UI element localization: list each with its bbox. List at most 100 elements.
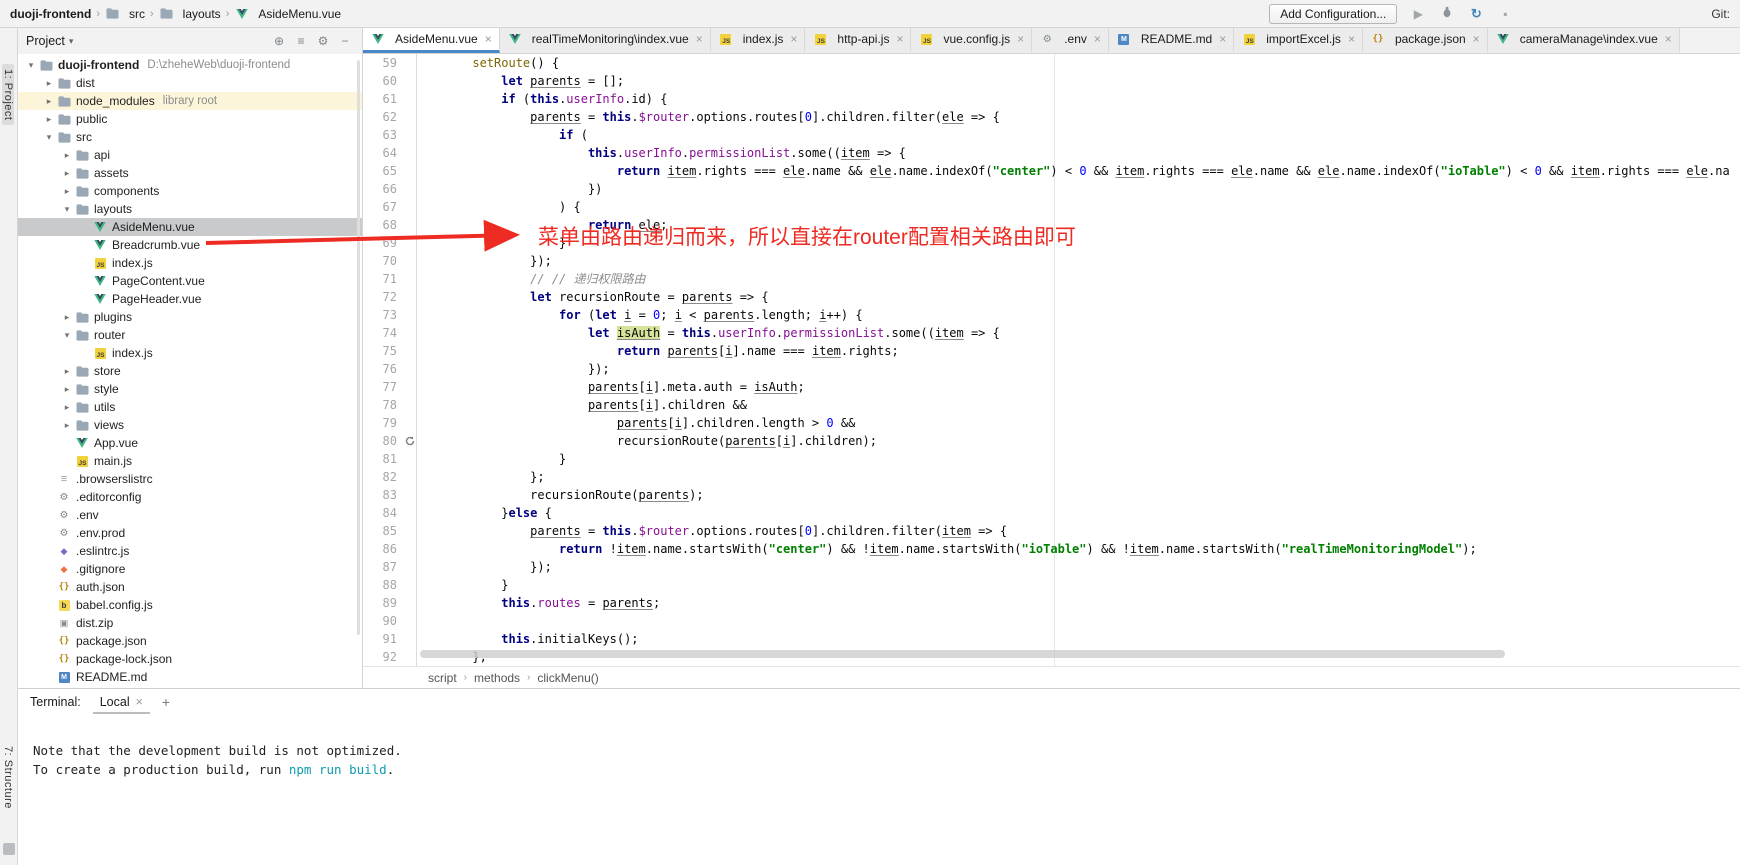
code-line-87[interactable]: 87 }); bbox=[363, 558, 1740, 576]
view-options-icon[interactable]: ≡ bbox=[292, 34, 310, 48]
line-number[interactable]: 73 bbox=[363, 306, 403, 324]
line-number[interactable]: 90 bbox=[363, 612, 403, 630]
code-line-63[interactable]: 63 if ( bbox=[363, 126, 1740, 144]
code-line-67[interactable]: 67 ) { bbox=[363, 198, 1740, 216]
chevron-right-icon[interactable]: ▸ bbox=[60, 366, 74, 377]
debug-icon[interactable] bbox=[1439, 6, 1455, 21]
chevron-right-icon[interactable]: ▸ bbox=[60, 420, 74, 431]
line-number[interactable]: 80 bbox=[363, 432, 403, 450]
code-line-62[interactable]: 62 parents = this.$router.options.routes… bbox=[363, 108, 1740, 126]
code-line-64[interactable]: 64 this.userInfo.permissionList.some((it… bbox=[363, 144, 1740, 162]
tree-item-node-modules[interactable]: ▸node_moduleslibrary root bbox=[18, 92, 362, 110]
tree-item-pagecontent.vue[interactable]: PageContent.vue bbox=[18, 272, 362, 290]
tab-package.json[interactable]: {}package.json× bbox=[1363, 28, 1488, 53]
stop-icon[interactable]: ▪ bbox=[1497, 7, 1513, 21]
code-line-66[interactable]: 66 }) bbox=[363, 180, 1740, 198]
code-line-91[interactable]: 91 this.initialKeys(); bbox=[363, 630, 1740, 648]
tree-item-plugins[interactable]: ▸plugins bbox=[18, 308, 362, 326]
code-line-60[interactable]: 60 let parents = []; bbox=[363, 72, 1740, 90]
tree-item-views[interactable]: ▸views bbox=[18, 416, 362, 434]
code-line-81[interactable]: 81 } bbox=[363, 450, 1740, 468]
code-line-73[interactable]: 73 for (let i = 0; i < parents.length; i… bbox=[363, 306, 1740, 324]
code-line-90[interactable]: 90 bbox=[363, 612, 1740, 630]
line-number[interactable]: 64 bbox=[363, 144, 403, 162]
chevron-right-icon[interactable]: ▸ bbox=[60, 384, 74, 395]
line-number[interactable]: 71 bbox=[363, 270, 403, 288]
line-number[interactable]: 76 bbox=[363, 360, 403, 378]
line-number[interactable]: 60 bbox=[363, 72, 403, 90]
close-icon[interactable]: × bbox=[1219, 32, 1226, 46]
hide-panel-icon[interactable]: − bbox=[336, 34, 354, 48]
tree-item-style[interactable]: ▸style bbox=[18, 380, 362, 398]
code-line-68[interactable]: 68 return ele; bbox=[363, 216, 1740, 234]
line-number[interactable]: 86 bbox=[363, 540, 403, 558]
code-line-75[interactable]: 75 return parents[i].name === item.right… bbox=[363, 342, 1740, 360]
close-icon[interactable]: × bbox=[485, 32, 492, 46]
close-icon[interactable]: × bbox=[1348, 32, 1355, 46]
tree-item-store[interactable]: ▸store bbox=[18, 362, 362, 380]
tree-item-babel.config.js[interactable]: bbabel.config.js bbox=[18, 596, 362, 614]
tree-item-dist[interactable]: ▸dist bbox=[18, 74, 362, 92]
close-icon[interactable]: × bbox=[1094, 32, 1101, 46]
tree-item-assets[interactable]: ▸assets bbox=[18, 164, 362, 182]
tree-item-auth.json[interactable]: {}auth.json bbox=[18, 578, 362, 596]
tab-.env[interactable]: ⚙.env× bbox=[1032, 28, 1109, 53]
tree-item-pageheader.vue[interactable]: PageHeader.vue bbox=[18, 290, 362, 308]
line-number[interactable]: 84 bbox=[363, 504, 403, 522]
code-line-72[interactable]: 72 let recursionRoute = parents => { bbox=[363, 288, 1740, 306]
tree-item-.env[interactable]: ⚙.env bbox=[18, 506, 362, 524]
tree-item-dist.zip[interactable]: ▣dist.zip bbox=[18, 614, 362, 632]
chevron-right-icon[interactable]: ▸ bbox=[60, 168, 74, 179]
line-number[interactable]: 70 bbox=[363, 252, 403, 270]
horizontal-scrollbar[interactable] bbox=[420, 650, 1505, 658]
code-line-78[interactable]: 78 parents[i].children && bbox=[363, 396, 1740, 414]
line-number[interactable]: 63 bbox=[363, 126, 403, 144]
tab-readme.md[interactable]: MREADME.md× bbox=[1109, 28, 1234, 53]
tab-vue.config.js[interactable]: JSvue.config.js× bbox=[911, 28, 1032, 53]
close-icon[interactable]: × bbox=[1473, 32, 1480, 46]
line-number[interactable]: 77 bbox=[363, 378, 403, 396]
editor-breadcrumb-script[interactable]: script bbox=[428, 671, 457, 685]
line-number[interactable]: 62 bbox=[363, 108, 403, 126]
line-number[interactable]: 69 bbox=[363, 234, 403, 252]
chevron-down-icon[interactable]: ▾ bbox=[24, 60, 38, 71]
chevron-right-icon[interactable]: ▸ bbox=[60, 150, 74, 161]
tree-item-readme.md[interactable]: MREADME.md bbox=[18, 668, 362, 686]
line-number[interactable]: 91 bbox=[363, 630, 403, 648]
code-line-65[interactable]: 65 return item.rights === ele.name && el… bbox=[363, 162, 1740, 180]
code-line-83[interactable]: 83 recursionRoute(parents); bbox=[363, 486, 1740, 504]
code-line-84[interactable]: 84 }else { bbox=[363, 504, 1740, 522]
line-number[interactable]: 72 bbox=[363, 288, 403, 306]
tree-item-api[interactable]: ▸api bbox=[18, 146, 362, 164]
tree-item-src[interactable]: ▾src bbox=[18, 128, 362, 146]
line-number[interactable]: 89 bbox=[363, 594, 403, 612]
tree-item-app.vue[interactable]: App.vue bbox=[18, 434, 362, 452]
editor-breadcrumb-clickmenu-[interactable]: clickMenu() bbox=[537, 671, 598, 685]
code-line-74[interactable]: 74 let isAuth = this.userInfo.permission… bbox=[363, 324, 1740, 342]
tree-item-asidemenu.vue[interactable]: AsideMenu.vue bbox=[18, 218, 362, 236]
code-line-86[interactable]: 86 return !item.name.startsWith("center"… bbox=[363, 540, 1740, 558]
line-number[interactable]: 81 bbox=[363, 450, 403, 468]
close-icon[interactable]: × bbox=[790, 32, 797, 46]
terminal-tab-local[interactable]: Local × bbox=[93, 691, 150, 714]
tab-asidemenu.vue[interactable]: AsideMenu.vue× bbox=[363, 28, 500, 53]
line-number[interactable]: 67 bbox=[363, 198, 403, 216]
line-number[interactable]: 66 bbox=[363, 180, 403, 198]
tool-window-button-project[interactable]: 1: Project bbox=[2, 64, 14, 125]
line-number[interactable]: 61 bbox=[363, 90, 403, 108]
tree-item-index.js[interactable]: JSindex.js bbox=[18, 254, 362, 272]
tree-item-package-lock.json[interactable]: {}package-lock.json bbox=[18, 650, 362, 668]
tab-cameramanage-index.vue[interactable]: cameraManage\index.vue× bbox=[1488, 28, 1680, 53]
line-number[interactable]: 59 bbox=[363, 54, 403, 72]
breadcrumb-src[interactable]: src bbox=[105, 7, 145, 21]
code-line-69[interactable]: 69 } bbox=[363, 234, 1740, 252]
tree-item-package.json[interactable]: {}package.json bbox=[18, 632, 362, 650]
close-icon[interactable]: × bbox=[136, 695, 143, 709]
tree-item-layouts[interactable]: ▾layouts bbox=[18, 200, 362, 218]
line-number[interactable]: 88 bbox=[363, 576, 403, 594]
breadcrumb-asidemenu.vue[interactable]: AsideMenu.vue bbox=[234, 7, 341, 21]
code-line-89[interactable]: 89 this.routes = parents; bbox=[363, 594, 1740, 612]
run-icon[interactable]: ▶ bbox=[1410, 7, 1426, 21]
tab-index.js[interactable]: JSindex.js× bbox=[711, 28, 806, 53]
tree-item-public[interactable]: ▸public bbox=[18, 110, 362, 128]
